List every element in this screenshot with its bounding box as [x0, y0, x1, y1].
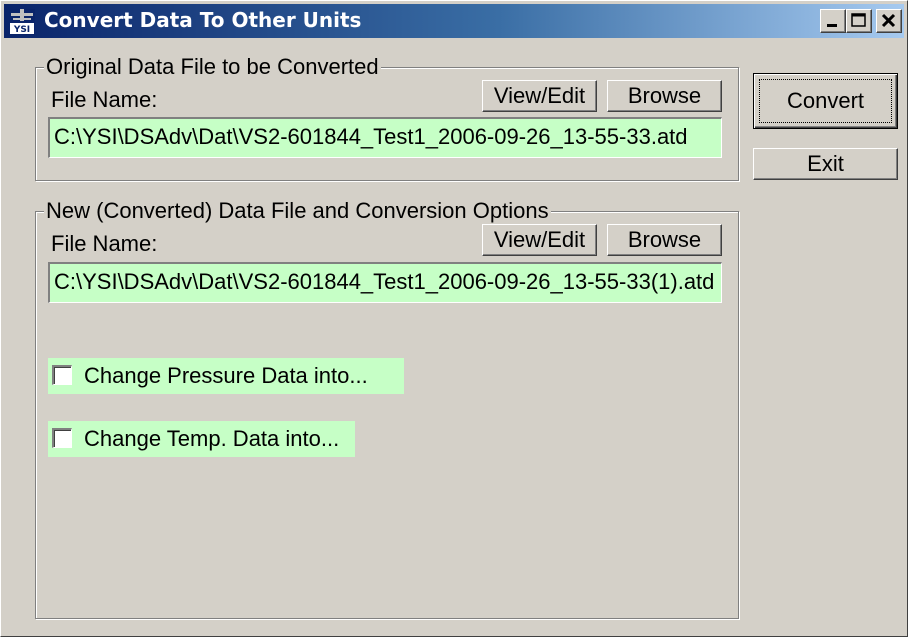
new-group-label: New (Converted) Data File and Conversion… [44, 198, 551, 224]
title-bar[interactable]: YSI Convert Data To Other Units [4, 4, 904, 38]
temp-option-row[interactable]: Change Temp. Data into... [48, 421, 355, 457]
minimize-button[interactable] [820, 9, 846, 33]
pressure-option-label: Change Pressure Data into... [84, 363, 368, 388]
window-title: Convert Data To Other Units [44, 8, 362, 32]
ysi-app-icon: YSI [9, 9, 35, 35]
focus-indicator [759, 79, 892, 123]
original-file-name-label: File Name: [51, 87, 158, 112]
convert-button[interactable]: Convert [753, 73, 898, 129]
minimize-icon [827, 24, 837, 27]
maximize-icon [851, 13, 866, 27]
new-browse-button[interactable]: Browse [607, 224, 722, 256]
original-view-edit-button[interactable]: View/Edit [482, 80, 597, 112]
new-view-edit-button[interactable]: View/Edit [482, 224, 597, 256]
original-browse-button[interactable]: Browse [607, 80, 722, 112]
close-icon [881, 13, 896, 28]
temp-option-label: Change Temp. Data into... [84, 426, 340, 451]
close-button[interactable] [876, 9, 902, 33]
exit-button[interactable]: Exit [753, 148, 898, 180]
maximize-button[interactable] [846, 9, 872, 33]
original-group-label: Original Data File to be Converted [44, 54, 381, 80]
new-file-name-label: File Name: [51, 231, 158, 256]
app-icon-label: YSI [13, 25, 30, 35]
convert-data-window: YSI Convert Data To Other Units Original… [0, 0, 908, 637]
pressure-checkbox[interactable] [52, 365, 72, 385]
temp-checkbox[interactable] [52, 428, 72, 448]
new-file-path-field[interactable]: C:\YSI\DSAdv\Dat\VS2-601844_Test1_2006-0… [48, 262, 722, 303]
original-file-path-field[interactable]: C:\YSI\DSAdv\Dat\VS2-601844_Test1_2006-0… [48, 117, 722, 158]
pressure-option-row[interactable]: Change Pressure Data into... [48, 358, 404, 394]
